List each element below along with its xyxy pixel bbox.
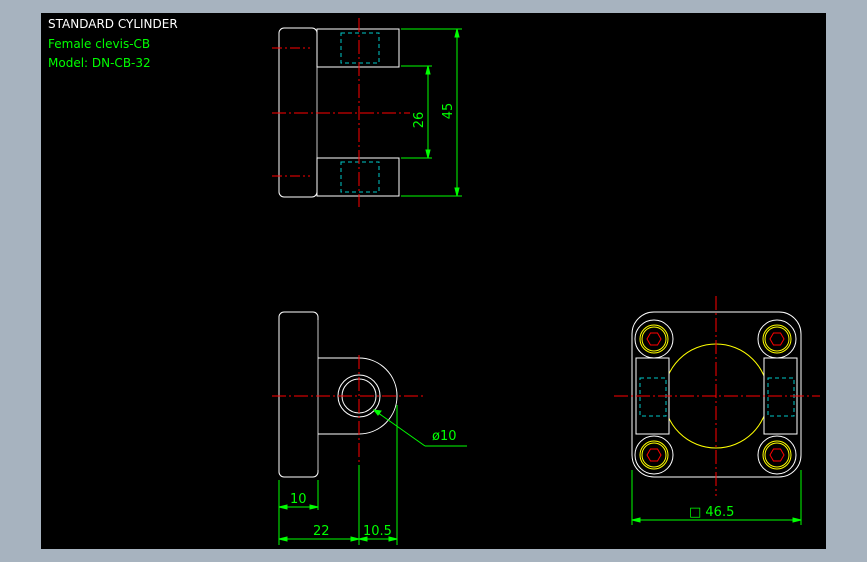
title-standard-cylinder: STANDARD CYLINDER: [48, 17, 178, 31]
title-model: Model: DN-CB-32: [48, 56, 151, 70]
bolt-bottom-right: [757, 435, 797, 475]
side-view: ø10 10 22 10.5: [272, 311, 467, 545]
top-view-lower-bore: [340, 161, 380, 193]
top-view-upper-bore: [340, 32, 380, 64]
bolt-top-left: [634, 319, 674, 359]
drawing-canvas: STANDARD CYLINDER Female clevis-CB Model…: [48, 17, 820, 545]
top-view: 26 45: [272, 18, 462, 207]
end-view: □ 46.5: [614, 296, 820, 525]
bolt-bottom-left: [634, 435, 674, 475]
side-view-flange: [278, 311, 319, 478]
dim-45-text: 45: [441, 103, 456, 120]
cad-viewport[interactable]: STANDARD CYLINDER Female clevis-CB Model…: [41, 13, 826, 549]
top-view-upper-lug: [316, 28, 400, 68]
dim-10-5-text: 10.5: [363, 524, 392, 539]
top-view-lower-lug: [316, 157, 400, 197]
dim-46-5-text: □ 46.5: [689, 505, 734, 520]
title-female-clevis: Female clevis-CB: [48, 37, 150, 51]
dim-dia10-text: ø10: [432, 429, 457, 444]
title-block: STANDARD CYLINDER Female clevis-CB Model…: [48, 17, 178, 70]
dim-10-text: 10: [290, 492, 307, 507]
dim-26-text: 26: [412, 112, 427, 129]
bolt-top-right: [757, 319, 797, 359]
dim-22-text: 22: [313, 524, 330, 539]
